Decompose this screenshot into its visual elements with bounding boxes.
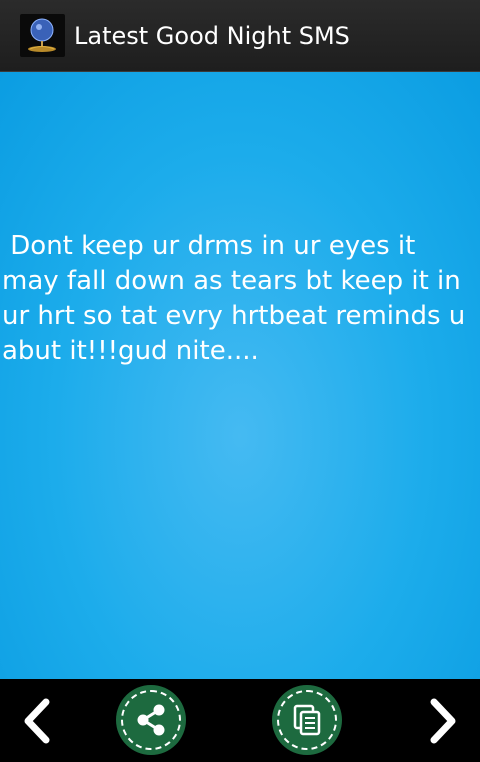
app-title: Latest Good Night SMS	[74, 22, 350, 50]
message-area: Dont keep ur drms in ur eyes it may fall…	[0, 72, 480, 679]
next-button[interactable]	[412, 691, 472, 751]
app-icon[interactable]	[20, 14, 65, 57]
copy-button[interactable]	[272, 685, 342, 755]
bottom-toolbar	[0, 679, 480, 762]
share-icon	[137, 704, 165, 736]
chevron-left-icon	[24, 698, 50, 744]
share-button[interactable]	[116, 685, 186, 755]
moon-globe-app-icon	[28, 18, 56, 52]
sms-message-text: Dont keep ur drms in ur eyes it may fall…	[2, 231, 466, 366]
copy-icon	[293, 704, 321, 736]
previous-button[interactable]	[8, 691, 68, 751]
chevron-right-icon	[430, 698, 456, 744]
action-bar: Latest Good Night SMS	[0, 0, 480, 72]
